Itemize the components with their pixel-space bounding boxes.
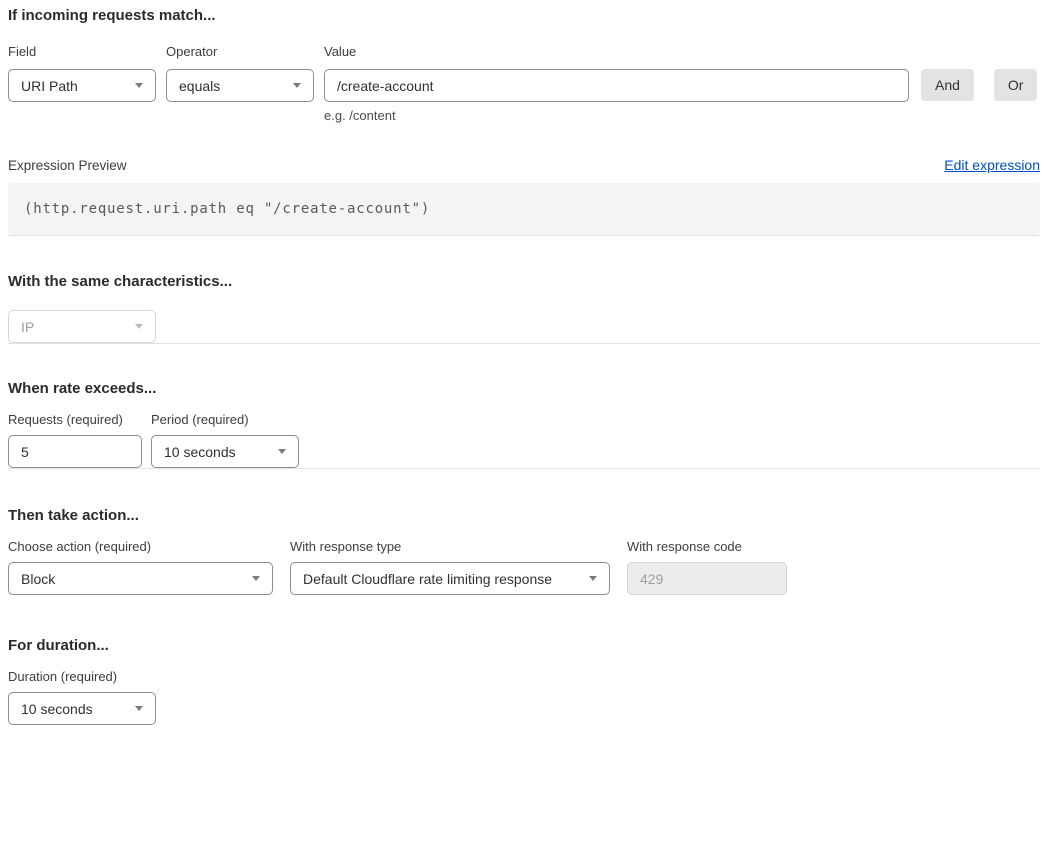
section-divider [8,235,1040,236]
duration-group: Duration (required) 10 seconds [8,669,1040,725]
characteristic-select: IP [8,310,156,343]
rate-limiting-rule-form: If incoming requests match... Field URI … [0,0,1048,842]
response-code-group: With response code [627,539,787,595]
chevron-down-icon [252,576,260,581]
operator-group: Operator equals [166,44,314,102]
period-label: Period (required) [151,412,299,427]
value-label: Value [324,44,909,59]
match-builder-row: Field URI Path Operator equals Value e.g… [8,44,1040,123]
action-controls-row: Choose action (required) Block With resp… [8,539,1040,595]
response-type-select-value: Default Cloudflare rate limiting respons… [303,571,552,587]
chevron-down-icon [293,83,301,88]
chevron-down-icon [278,449,286,454]
action-label: Choose action (required) [8,539,273,554]
value-helper-text: e.g. /content [324,108,909,123]
characteristic-select-value: IP [21,319,34,335]
section-divider [8,343,1040,344]
operator-label: Operator [166,44,314,59]
duration-select[interactable]: 10 seconds [8,692,156,725]
duration-section: For duration... Duration (required) 10 s… [8,636,1040,725]
chevron-down-icon [589,576,597,581]
duration-section-heading: For duration... [8,636,1040,655]
or-button[interactable]: Or [994,69,1038,101]
response-type-label: With response type [290,539,610,554]
and-button[interactable]: And [921,69,974,101]
requests-label: Requests (required) [8,412,142,427]
duration-select-value: 10 seconds [21,701,93,717]
action-section-heading: Then take action... [8,506,1040,525]
expression-preview-label: Expression Preview [8,158,127,173]
period-select[interactable]: 10 seconds [151,435,299,468]
operator-select[interactable]: equals [166,69,314,102]
expression-preview-code: (http.request.uri.path eq "/create-accou… [24,201,430,217]
action-section: Then take action... Choose action (requi… [8,506,1040,595]
expression-preview-block: (http.request.uri.path eq "/create-accou… [8,183,1040,235]
field-select[interactable]: URI Path [8,69,156,102]
match-section: If incoming requests match... Field URI … [8,6,1040,235]
period-group: Period (required) 10 seconds [151,412,299,468]
operator-select-value: equals [179,78,220,94]
response-type-group: With response type Default Cloudflare ra… [290,539,610,595]
expression-preview-header: Expression Preview Edit expression [8,157,1040,173]
chevron-down-icon [135,83,143,88]
characteristics-section: With the same characteristics... IP [8,272,1040,343]
rate-section-heading: When rate exceeds... [8,379,1040,398]
chevron-down-icon [135,706,143,711]
characteristics-section-heading: With the same characteristics... [8,272,1040,291]
action-select[interactable]: Block [8,562,273,595]
section-divider [8,468,1040,469]
period-select-value: 10 seconds [164,444,236,460]
duration-label: Duration (required) [8,669,1040,684]
requests-input[interactable] [8,435,142,468]
value-input[interactable] [324,69,909,102]
chevron-down-icon [135,324,143,329]
action-select-value: Block [21,571,55,587]
response-code-input [627,562,787,595]
field-label: Field [8,44,156,59]
edit-expression-link[interactable]: Edit expression [944,157,1040,173]
match-section-heading: If incoming requests match... [8,6,1040,25]
rate-section: When rate exceeds... Requests (required)… [8,379,1040,468]
requests-group: Requests (required) [8,412,142,468]
action-group: Choose action (required) Block [8,539,273,595]
field-group: Field URI Path [8,44,156,102]
response-type-select[interactable]: Default Cloudflare rate limiting respons… [290,562,610,595]
field-select-value: URI Path [21,78,78,94]
value-group: Value e.g. /content [324,44,909,123]
rate-controls-row: Requests (required) Period (required) 10… [8,412,1040,468]
response-code-label: With response code [627,539,787,554]
